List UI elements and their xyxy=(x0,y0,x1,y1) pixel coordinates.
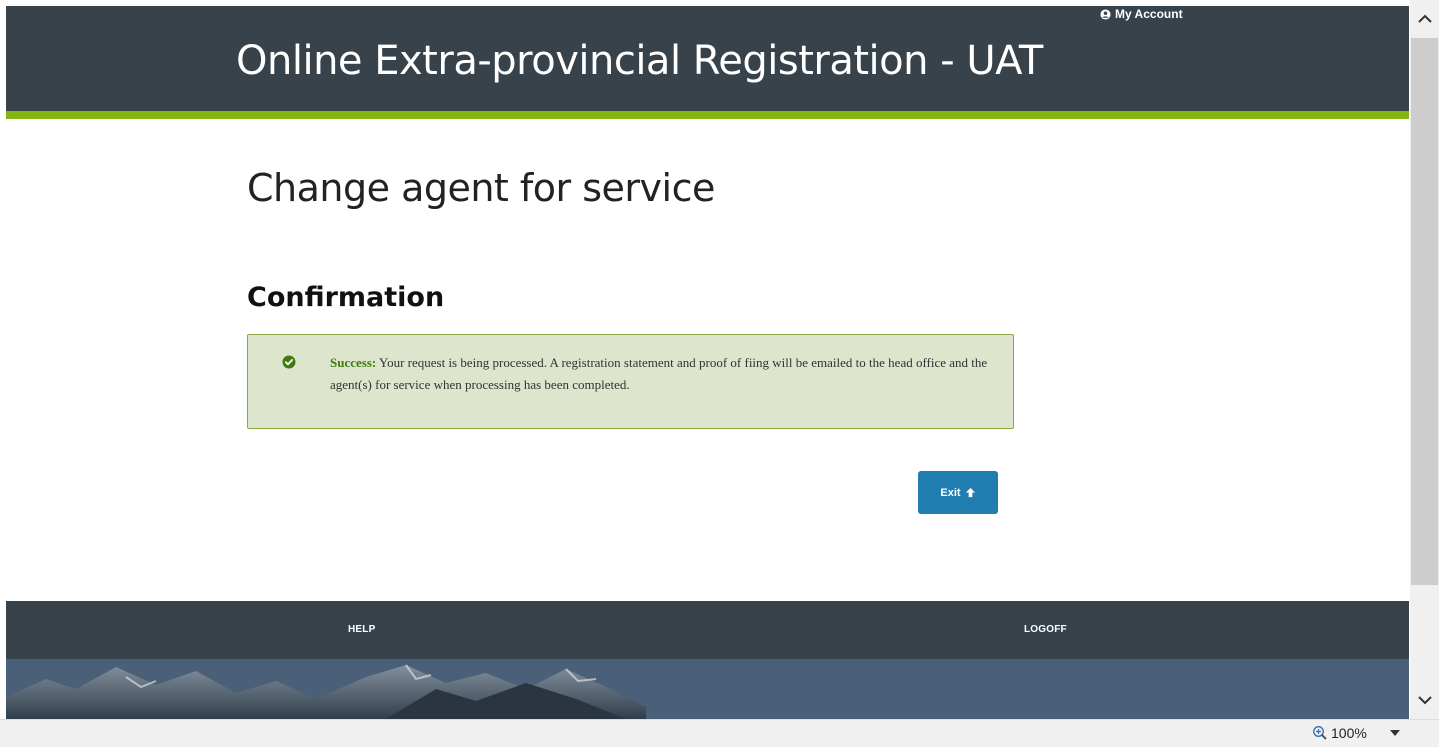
exit-label: Exit xyxy=(940,486,961,499)
scroll-down-button[interactable] xyxy=(1410,681,1439,719)
site-footer: HELP LOGOFF xyxy=(6,601,1409,659)
zoom-level: 100% xyxy=(1331,725,1367,741)
site-header: My Account Online Extra-provincial Regis… xyxy=(6,6,1409,111)
header-accent-bar xyxy=(6,111,1409,119)
zoom-control[interactable]: 100% xyxy=(1312,725,1367,741)
my-account-link[interactable]: My Account xyxy=(1100,7,1183,21)
exit-button[interactable]: Exit xyxy=(918,471,998,514)
scroll-up-button[interactable] xyxy=(1410,0,1439,38)
success-message: Success: Your request is being processed… xyxy=(330,352,1000,396)
success-label: Success: xyxy=(330,355,377,370)
caret-down-icon[interactable] xyxy=(1390,730,1400,736)
logoff-link[interactable]: LOGOFF xyxy=(1024,624,1067,635)
section-heading-confirmation: Confirmation xyxy=(247,282,445,313)
browser-status-bar: 100% xyxy=(0,719,1439,747)
page-title: Change agent for service xyxy=(247,166,715,210)
check-circle-icon xyxy=(282,355,296,369)
zoom-in-icon xyxy=(1313,726,1327,740)
mountain-banner xyxy=(6,659,1409,719)
chevron-up-icon xyxy=(1417,14,1432,23)
scroll-thumb[interactable] xyxy=(1411,38,1438,585)
chevron-down-icon xyxy=(1417,696,1432,705)
success-alert: Success: Your request is being processed… xyxy=(247,334,1014,429)
help-link[interactable]: HELP xyxy=(348,624,375,635)
mountain-image xyxy=(6,659,1409,719)
user-circle-icon xyxy=(1100,8,1111,20)
success-body: Your request is being processed. A regis… xyxy=(330,355,988,392)
my-account-label: My Account xyxy=(1115,7,1183,21)
vertical-scrollbar[interactable] xyxy=(1410,0,1439,719)
site-title: Online Extra-provincial Registration - U… xyxy=(236,38,1043,84)
arrow-up-icon xyxy=(965,487,975,498)
